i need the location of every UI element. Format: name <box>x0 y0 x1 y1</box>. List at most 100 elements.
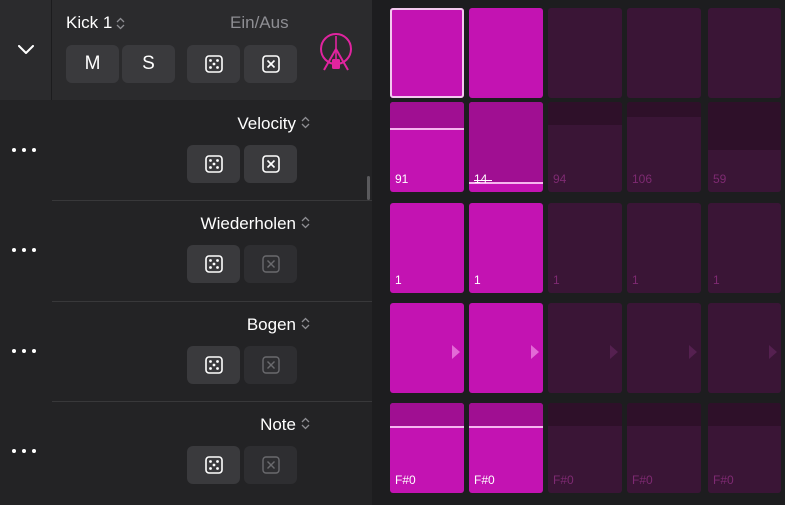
note-value: F#0 <box>713 473 734 487</box>
step-cell[interactable] <box>708 8 781 98</box>
reset-button[interactable] <box>244 45 297 83</box>
track-name-selector[interactable]: Kick 1 <box>66 13 125 33</box>
row-label[interactable]: Wiederholen <box>201 214 296 234</box>
repeat-value: 1 <box>632 273 639 287</box>
repeat-cell[interactable]: 1 <box>548 203 622 293</box>
repeat-value: 1 <box>474 273 481 287</box>
reset-button[interactable] <box>244 346 297 384</box>
up-down-chevron-icon <box>301 417 310 430</box>
note-cell[interactable]: F#0 <box>469 403 543 493</box>
track-header: Kick 1 Ein/Aus M S <box>0 0 372 100</box>
row-note: Note <box>0 401 372 501</box>
play-arrow-icon <box>769 345 777 359</box>
note-cell[interactable]: F#0 <box>708 403 781 493</box>
velocity-cell[interactable]: 94 <box>548 102 622 192</box>
velocity-cell[interactable]: 91 <box>390 102 464 192</box>
velocity-fill-top <box>390 102 464 128</box>
velocity-fill-top <box>548 102 622 125</box>
up-down-chevron-icon <box>116 17 125 29</box>
arc-cell[interactable] <box>708 303 781 393</box>
note-value: F#0 <box>474 473 495 487</box>
step-cell[interactable] <box>390 8 464 98</box>
randomize-button[interactable] <box>187 346 240 384</box>
step-cell[interactable] <box>469 8 543 98</box>
note-line <box>469 426 543 428</box>
randomize-button[interactable] <box>187 45 240 83</box>
velocity-value: 14 <box>474 172 488 186</box>
on-off-label: Ein/Aus <box>230 13 289 32</box>
track-name: Kick 1 <box>66 13 113 32</box>
mute-button[interactable]: M <box>66 45 119 83</box>
repeat-cell[interactable]: 1 <box>627 203 701 293</box>
up-down-chevron-icon <box>301 317 310 330</box>
divider <box>52 200 372 201</box>
up-down-chevron-icon <box>301 116 310 129</box>
clear-icon <box>261 255 280 273</box>
velocity-fill-top <box>469 102 543 182</box>
clear-icon <box>261 155 280 173</box>
more-options-button[interactable] <box>12 146 36 154</box>
note-value: F#0 <box>632 473 653 487</box>
up-down-chevron-icon <box>301 216 310 229</box>
note-cell[interactable]: F#0 <box>548 403 622 493</box>
solo-button[interactable]: S <box>122 45 175 83</box>
clear-icon <box>261 356 280 374</box>
velocity-value: 94 <box>553 172 567 186</box>
repeat-value: 1 <box>553 273 560 287</box>
row-repeat: Wiederholen <box>0 200 372 300</box>
note-fill-top <box>548 403 622 426</box>
play-arrow-icon <box>452 345 460 359</box>
repeat-cell[interactable]: 1 <box>708 203 781 293</box>
play-arrow-icon <box>689 345 697 359</box>
dice-icon <box>204 155 223 173</box>
randomize-button[interactable] <box>187 446 240 484</box>
step-cell[interactable] <box>627 8 701 98</box>
velocity-cell[interactable]: 14 <box>469 102 543 192</box>
velocity-fill-top <box>627 102 701 117</box>
row-label[interactable]: Note <box>260 415 296 435</box>
randomize-button[interactable] <box>187 145 240 183</box>
scroll-indicator[interactable] <box>367 176 370 200</box>
reset-button[interactable] <box>244 446 297 484</box>
note-fill-top <box>627 403 701 426</box>
clear-icon <box>261 55 280 73</box>
arc-cell[interactable] <box>627 303 701 393</box>
velocity-fill-top <box>708 102 781 150</box>
velocity-value: 91 <box>395 172 409 186</box>
velocity-value: 59 <box>713 172 727 186</box>
velocity-cell[interactable]: 59 <box>708 102 781 192</box>
row-label[interactable]: Bogen <box>247 315 296 335</box>
randomize-button[interactable] <box>187 245 240 283</box>
row-label[interactable]: Velocity <box>237 114 296 134</box>
note-cell[interactable]: F#0 <box>390 403 464 493</box>
arc-cell[interactable] <box>548 303 622 393</box>
track-panel: Kick 1 Ein/Aus M S Velocity Wiederholen … <box>0 0 372 505</box>
dice-icon <box>204 356 223 374</box>
dice-icon <box>204 456 223 474</box>
repeat-cell[interactable]: 1 <box>469 203 543 293</box>
arc-cell[interactable] <box>469 303 543 393</box>
dice-icon <box>204 255 223 273</box>
reset-button[interactable] <box>244 145 297 183</box>
row-arc: Bogen <box>0 301 372 401</box>
strike-line <box>474 180 492 181</box>
chevron-down-icon <box>17 45 34 54</box>
more-options-button[interactable] <box>12 347 36 355</box>
velocity-line <box>390 128 464 130</box>
dice-icon <box>204 55 223 73</box>
repeat-cell[interactable]: 1 <box>390 203 464 293</box>
note-cell[interactable]: F#0 <box>627 403 701 493</box>
more-options-button[interactable] <box>12 246 36 254</box>
velocity-cell[interactable]: 106 <box>627 102 701 192</box>
play-arrow-icon <box>531 345 539 359</box>
step-cell[interactable] <box>548 8 622 98</box>
reset-button[interactable] <box>244 245 297 283</box>
step-grid: 91 1 F#0 14 1 F#0 94 1 F#0 106 1 F#0 59 1 F#0 <box>388 6 785 500</box>
note-fill-top <box>708 403 781 426</box>
arc-cell[interactable] <box>390 303 464 393</box>
collapse-button[interactable] <box>0 0 52 100</box>
clear-icon <box>261 456 280 474</box>
kick-drum-icon <box>320 33 352 71</box>
note-fill-top <box>469 403 543 426</box>
more-options-button[interactable] <box>12 447 36 455</box>
